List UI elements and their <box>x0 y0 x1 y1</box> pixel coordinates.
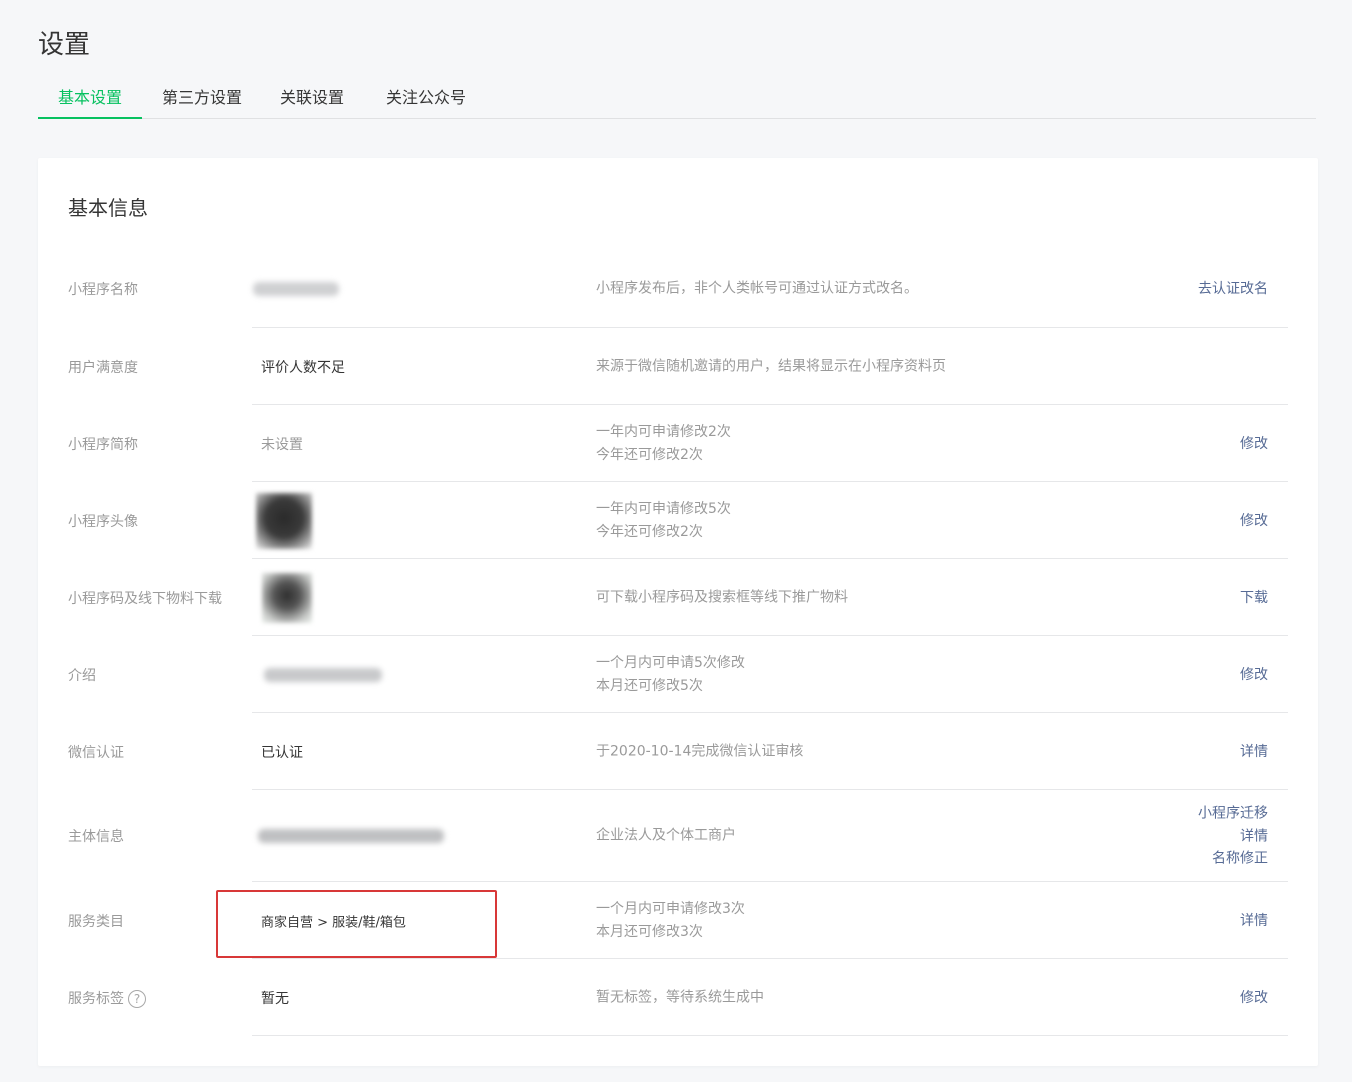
row-label: 服务标签? <box>68 988 146 1008</box>
blurred-intro-value <box>264 667 382 682</box>
row-description: 小程序发布后，非个人类帐号可通过认证方式改名。 <box>596 280 918 297</box>
category-details-link[interactable]: 详情 <box>1240 909 1268 932</box>
row-label: 小程序码及线下物料下载 <box>68 590 222 607</box>
desc-line: 今年还可修改2次 <box>596 446 703 463</box>
row-label: 小程序简称 <box>68 436 138 453</box>
basic-info-card: 基本信息 小程序名称 小程序发布后，非个人类帐号可通过认证方式改名。 去认证改名… <box>38 158 1318 1066</box>
desc-line: 一年内可申请修改5次 <box>596 500 731 517</box>
edit-tags-link[interactable]: 修改 <box>1240 986 1268 1009</box>
row-description: 一年内可申请修改5次 今年还可修改2次 <box>596 498 731 544</box>
desc-line: 本月还可修改3次 <box>596 923 703 940</box>
row-label: 小程序名称 <box>68 282 138 298</box>
qrcode-image <box>262 572 312 623</box>
avatar-image <box>256 492 312 549</box>
row-description: 暂无标签，等待系统生成中 <box>596 989 764 1005</box>
entity-actions: 小程序迁移 详情 名称修正 <box>1198 802 1268 870</box>
verify-rename-link[interactable]: 去认证改名 <box>1198 278 1268 301</box>
row-short-name: 小程序简称 未设置 一年内可申请修改2次 今年还可修改2次 修改 <box>38 405 1318 482</box>
row-label: 小程序头像 <box>68 513 138 530</box>
row-entity-info: 主体信息 企业法人及个体工商户 小程序迁移 详情 名称修正 <box>38 790 1318 882</box>
row-description: 一个月内可申请5次修改 本月还可修改5次 <box>596 652 745 698</box>
row-description: 一年内可申请修改2次 今年还可修改2次 <box>596 421 731 467</box>
row-miniprogram-name: 小程序名称 小程序发布后，非个人类帐号可通过认证方式改名。 去认证改名 <box>38 250 1318 328</box>
row-introduction: 介绍 一个月内可申请5次修改 本月还可修改5次 修改 <box>38 636 1318 713</box>
row-value: 评价人数不足 <box>261 359 345 376</box>
verification-details-link[interactable]: 详情 <box>1240 740 1268 763</box>
download-link[interactable]: 下载 <box>1240 586 1268 609</box>
tab-basic-settings[interactable]: 基本设置 <box>38 78 142 119</box>
settings-tabs: 基本设置 第三方设置 关联设置 关注公众号 <box>38 78 1316 119</box>
page-title: 设置 <box>38 30 91 60</box>
card-title: 基本信息 <box>68 196 148 220</box>
row-avatar: 小程序头像 一年内可申请修改5次 今年还可修改2次 修改 <box>38 482 1318 559</box>
desc-line: 一个月内可申请5次修改 <box>596 654 745 671</box>
help-icon[interactable]: ? <box>128 989 146 1008</box>
desc-line: 本月还可修改5次 <box>596 677 703 694</box>
row-label: 用户满意度 <box>68 359 138 376</box>
row-label: 介绍 <box>68 667 96 684</box>
row-value: 未设置 <box>261 436 303 453</box>
row-label: 主体信息 <box>68 829 124 845</box>
blurred-entity-value <box>258 829 444 843</box>
blurred-name-value <box>253 282 339 296</box>
row-value: 暂无 <box>261 990 289 1007</box>
row-value: 已认证 <box>261 744 303 761</box>
row-service-tags: 服务标签? 暂无 暂无标签，等待系统生成中 修改 <box>38 959 1318 1036</box>
row-label: 微信认证 <box>68 744 124 761</box>
row-label-text: 服务标签 <box>68 990 124 1007</box>
migrate-miniprogram-link[interactable]: 小程序迁移 <box>1198 802 1268 825</box>
row-divider <box>252 1035 1288 1036</box>
row-description: 企业法人及个体工商户 <box>596 827 736 844</box>
edit-short-name-link[interactable]: 修改 <box>1240 432 1268 455</box>
highlight-annotation-box <box>216 890 497 958</box>
row-qrcode-download: 小程序码及线下物料下载 可下载小程序码及搜索框等线下推广物料 下载 <box>38 559 1318 636</box>
edit-avatar-link[interactable]: 修改 <box>1240 509 1268 532</box>
row-description: 一个月内可申请修改3次 本月还可修改3次 <box>596 898 745 944</box>
name-correction-link[interactable]: 名称修正 <box>1198 847 1268 870</box>
desc-line: 今年还可修改2次 <box>596 523 703 540</box>
row-label: 服务类目 <box>68 913 124 930</box>
row-wechat-verification: 微信认证 已认证 于2020-10-14完成微信认证审核 详情 <box>38 713 1318 790</box>
row-description: 来源于微信随机邀请的用户，结果将显示在小程序资料页 <box>596 358 946 374</box>
row-user-satisfaction: 用户满意度 评价人数不足 来源于微信随机邀请的用户，结果将显示在小程序资料页 <box>38 328 1318 405</box>
tab-third-party-settings[interactable]: 第三方设置 <box>156 78 248 119</box>
row-description: 可下载小程序码及搜索框等线下推广物料 <box>596 589 848 605</box>
tab-association-settings[interactable]: 关联设置 <box>274 78 350 119</box>
edit-intro-link[interactable]: 修改 <box>1240 663 1268 686</box>
desc-line: 一年内可申请修改2次 <box>596 423 731 440</box>
entity-details-link[interactable]: 详情 <box>1198 825 1268 848</box>
row-description: 于2020-10-14完成微信认证审核 <box>596 743 804 759</box>
tab-follow-official-account[interactable]: 关注公众号 <box>378 78 474 119</box>
desc-line: 一个月内可申请修改3次 <box>596 900 745 917</box>
